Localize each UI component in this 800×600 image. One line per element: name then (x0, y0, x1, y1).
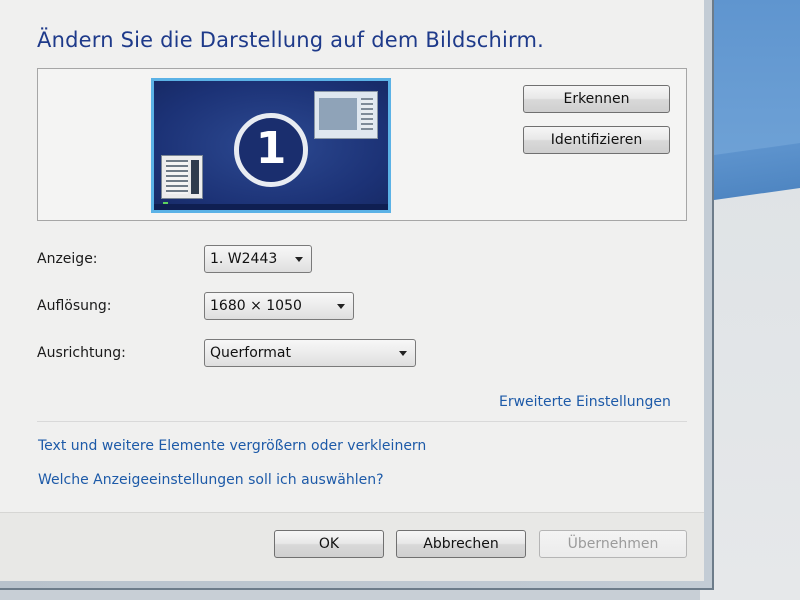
divider (37, 421, 687, 422)
orientation-select[interactable]: Querformat (204, 339, 416, 367)
resolution-select[interactable]: 1680 × 1050 (204, 292, 354, 320)
display-label: Anzeige: (37, 251, 98, 267)
resolution-select-value: 1680 × 1050 (210, 298, 302, 314)
monitor-taskbar (154, 204, 388, 210)
dialog-footer: OK Abbrechen Übernehmen (0, 512, 704, 581)
desktop-background (700, 0, 800, 600)
window-frame: Ändern Sie die Darstellung auf dem Bilds… (0, 0, 714, 590)
document-thumbnail-icon (161, 155, 203, 199)
display-select[interactable]: 1. W2443 (204, 245, 312, 273)
detect-button[interactable]: Erkennen (523, 85, 670, 113)
chevron-down-icon (399, 351, 407, 356)
window-thumbnail-icon (314, 91, 378, 139)
display-monitor-icon[interactable]: 1 (151, 78, 391, 213)
display-select-value: 1. W2443 (210, 251, 278, 267)
orientation-select-value: Querformat (210, 345, 291, 361)
advanced-settings-link[interactable]: Erweiterte Einstellungen (499, 394, 671, 410)
cancel-button[interactable]: Abbrechen (396, 530, 526, 558)
display-settings-window: Ändern Sie die Darstellung auf dem Bilds… (0, 0, 704, 581)
identify-button[interactable]: Identifizieren (523, 126, 670, 154)
text-size-link[interactable]: Text und weitere Elemente vergrößern ode… (38, 438, 426, 454)
apply-button[interactable]: Übernehmen (539, 530, 687, 558)
monitor-preview-area: 1 Erkennen Identifizieren (37, 68, 687, 221)
resolution-label: Auflösung: (37, 298, 112, 314)
chevron-down-icon (337, 304, 345, 309)
orientation-label: Ausrichtung: (37, 345, 126, 361)
chevron-down-icon (295, 257, 303, 262)
monitor-number-badge: 1 (234, 113, 308, 187)
page-title: Ändern Sie die Darstellung auf dem Bilds… (37, 28, 545, 52)
display-help-link[interactable]: Welche Anzeigeeinstellungen soll ich aus… (38, 472, 384, 488)
ok-button[interactable]: OK (274, 530, 384, 558)
